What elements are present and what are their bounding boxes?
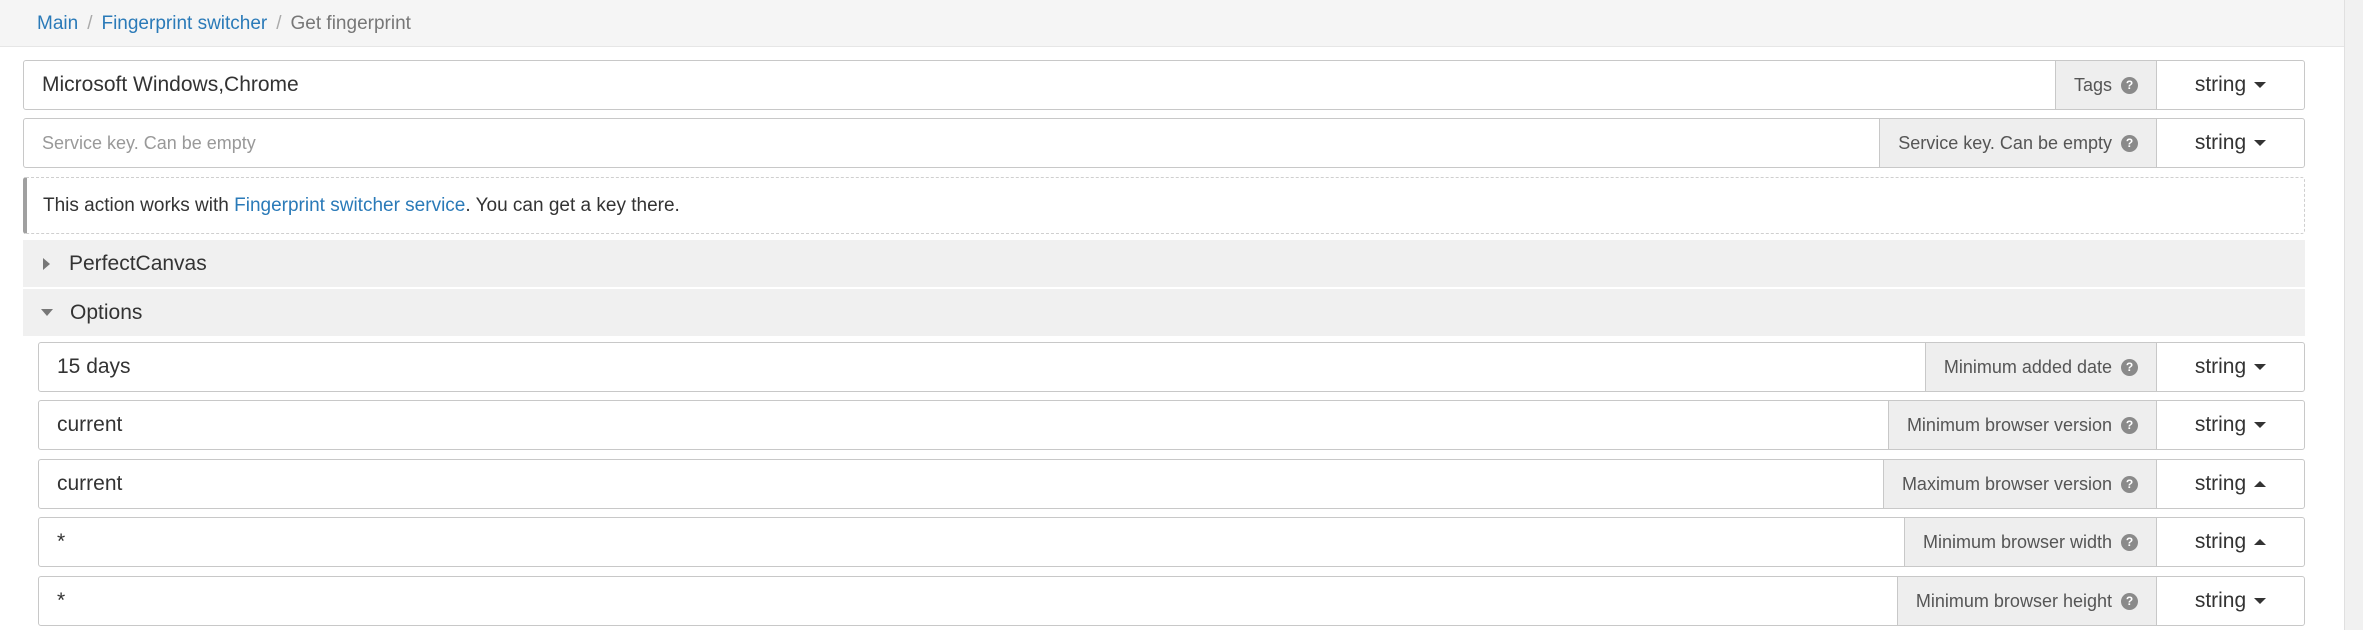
breadcrumb-current: Get fingerprint — [290, 13, 411, 34]
breadcrumb: Main / Fingerprint switcher / Get fingerprin… — [0, 0, 2344, 47]
breadcrumb-main[interactable]: Main — [37, 13, 78, 34]
minimum-added-date-label: Minimum added date? — [1924, 343, 2156, 391]
question-circle-icon[interactable]: ? — [2121, 592, 2138, 610]
minimum-browser-width-label: Minimum browser width? — [1903, 518, 2156, 566]
caret-up-icon — [2254, 539, 2267, 545]
question-circle-icon[interactable]: ? — [2121, 76, 2138, 94]
question-circle-icon[interactable]: ? — [2121, 134, 2138, 152]
minimum-browser-version-type-dropdown[interactable]: string — [2156, 401, 2304, 449]
tags-type-dropdown[interactable]: string — [2156, 61, 2304, 109]
service-key-type-dropdown[interactable]: string — [2156, 119, 2304, 167]
maximum-browser-version-input[interactable]: current — [39, 460, 1883, 508]
perfect-canvas-section-toggle[interactable]: PerfectCanvas — [23, 240, 2305, 287]
service-key-field-row: Service key. Can be empty Service key. C… — [23, 118, 2305, 168]
caret-up-icon — [2254, 481, 2267, 487]
triangle-right-icon — [43, 257, 50, 270]
question-circle-icon[interactable]: ? — [2121, 416, 2138, 434]
caret-down-icon — [2254, 598, 2267, 604]
minimum-browser-version-input[interactable]: current — [39, 401, 1888, 449]
minimum-browser-version-label: Minimum browser version? — [1887, 401, 2156, 449]
breadcrumb-fingerprint-switcher[interactable]: Fingerprint switcher — [101, 13, 267, 34]
minimum-browser-width-row: * Minimum browser width? string — [38, 517, 2305, 567]
caret-down-icon — [2254, 82, 2267, 88]
minimum-added-date-row: 15 days Minimum added date? string — [38, 342, 2305, 392]
maximum-browser-version-label: Maximum browser version? — [1882, 460, 2156, 508]
caret-down-icon — [2254, 422, 2267, 428]
tags-label: Tags? — [2054, 61, 2156, 109]
minimum-browser-height-label: Minimum browser height? — [1896, 577, 2156, 625]
minimum-browser-height-row: * Minimum browser height? string — [38, 576, 2305, 626]
minimum-browser-version-row: current Minimum browser version? string — [38, 400, 2305, 450]
minimum-browser-width-input[interactable]: * — [39, 518, 1904, 566]
minimum-browser-height-input[interactable]: * — [39, 577, 1897, 625]
maximum-browser-version-row: current Maximum browser version? string — [38, 459, 2305, 509]
minimum-added-date-input[interactable]: 15 days — [39, 343, 1925, 391]
minimum-browser-width-type-dropdown[interactable]: string — [2156, 518, 2304, 566]
question-circle-icon[interactable]: ? — [2121, 358, 2138, 376]
question-circle-icon[interactable]: ? — [2121, 475, 2138, 493]
fingerprint-switcher-service-link[interactable]: Fingerprint switcher service — [234, 195, 465, 216]
service-key-input[interactable]: Service key. Can be empty — [24, 119, 1879, 167]
maximum-browser-version-type-dropdown[interactable]: string — [2156, 460, 2304, 508]
question-circle-icon[interactable]: ? — [2121, 533, 2138, 551]
caret-down-icon — [2254, 364, 2267, 370]
info-notice: This action works with Fingerprint switc… — [23, 177, 2305, 234]
options-section-toggle[interactable]: Options — [23, 289, 2305, 336]
minimum-browser-height-type-dropdown[interactable]: string — [2156, 577, 2304, 625]
triangle-down-icon — [41, 309, 53, 316]
vertical-scrollbar[interactable] — [2344, 0, 2363, 630]
tags-input[interactable]: Microsoft Windows,Chrome — [24, 61, 2055, 109]
caret-down-icon — [2254, 140, 2267, 146]
tags-field-row: Microsoft Windows,Chrome Tags? string — [23, 60, 2305, 110]
service-key-label: Service key. Can be empty? — [1879, 119, 2156, 167]
minimum-added-date-type-dropdown[interactable]: string — [2156, 343, 2304, 391]
